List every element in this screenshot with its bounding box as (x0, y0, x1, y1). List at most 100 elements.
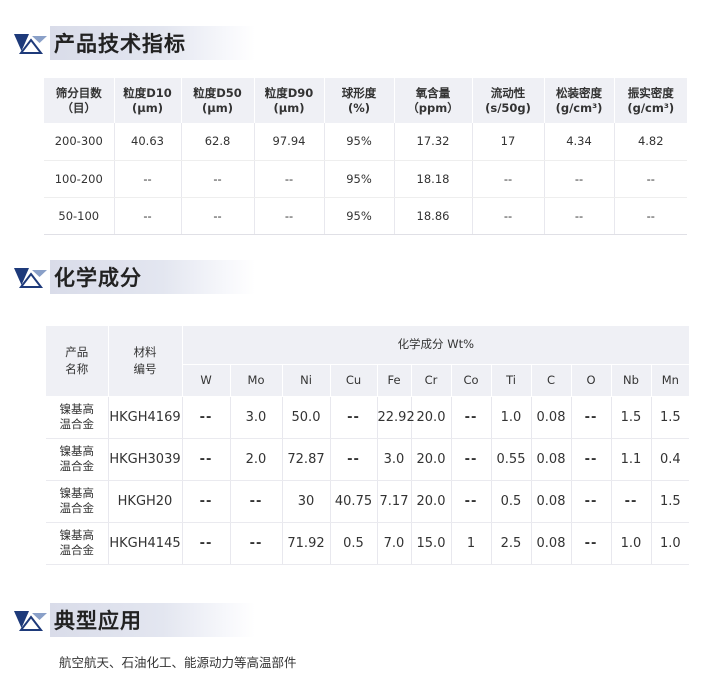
composition-cell: -- (182, 480, 231, 523)
element-col-header: Mo (230, 364, 283, 397)
element-col-header: C (531, 364, 572, 397)
table-cell: -- (472, 160, 545, 198)
col-header-material: 材料 编号 (108, 326, 183, 397)
section-header-app: 典型应用 (14, 603, 255, 637)
composition-cell: -- (451, 438, 492, 481)
brand-triangle-icon (14, 268, 47, 288)
composition-cell: 7.0 (377, 522, 412, 565)
composition-cell: -- (571, 396, 612, 439)
table-cell: 17 (472, 123, 545, 161)
table-cell: 40.63 (114, 123, 182, 161)
composition-cell: 0.08 (531, 522, 572, 565)
table-cell: -- (254, 197, 325, 235)
section-header-spec: 产品技术指标 (14, 26, 255, 60)
section-title-bar: 产品技术指标 (50, 26, 255, 60)
composition-cell: 1.5 (651, 480, 690, 523)
element-col-header: Mn (651, 364, 690, 397)
table-cell: 95% (324, 197, 395, 235)
table-cell: -- (181, 160, 255, 198)
composition-cell: 20.0 (411, 438, 452, 481)
table-cell: 4.34 (544, 123, 615, 161)
product-name-cell: 镍基高 温合金 (46, 438, 109, 481)
composition-cell: 2.0 (230, 438, 283, 481)
composition-cell: 71.92 (282, 522, 331, 565)
composition-cell: 1.0 (611, 522, 652, 565)
composition-cell: 22.92 (377, 396, 415, 439)
spec-table: 筛分目数 （目） 粒度D10 (μm) 粒度D50 (μm) 粒度D90 (μm) 球形度 (%)… (44, 78, 687, 235)
element-col-header: Cr (411, 364, 452, 397)
brand-triangle-icon (14, 611, 47, 631)
composition-cell: 0.08 (531, 396, 572, 439)
table-cell: 95% (324, 160, 395, 198)
table-row: 镍基高 温合金 HKGH3039 -- 2.0 72.87 -- 3.0 20.0 -- 0.55 0… (46, 438, 690, 481)
col-header-product: 产品 名称 (46, 326, 109, 397)
product-name-cell: 镍基高 温合金 (46, 396, 109, 439)
element-col-header: Ti (491, 364, 532, 397)
element-col-header: Cu (330, 364, 378, 397)
table-cell: 200-300 (44, 123, 115, 161)
element-col-header: O (571, 364, 612, 397)
composition-cell: 1.1 (611, 438, 652, 481)
section-title: 典型应用 (54, 609, 142, 633)
composition-cell: 3.0 (377, 438, 412, 481)
material-code-cell: HKGH4145 (108, 522, 183, 565)
table-cell: 17.32 (394, 123, 473, 161)
composition-cell: 1.5 (651, 396, 690, 439)
composition-cell: 0.08 (531, 438, 572, 481)
material-code-cell: HKGH4169 (108, 396, 183, 439)
composition-cell: 3.0 (230, 396, 283, 439)
table-cell: -- (544, 197, 615, 235)
composition-cell: 40.75 (330, 480, 378, 523)
section-title: 产品技术指标 (54, 32, 186, 56)
material-code-cell: HKGH20 (108, 480, 183, 523)
composition-cell: 72.87 (282, 438, 331, 481)
table-cell: -- (181, 197, 255, 235)
composition-cell: 1.0 (651, 522, 690, 565)
spec-col-header: 筛分目数 （目） (44, 78, 115, 123)
chem-table: 产品 名称 材料 编号 化学成分 Wt% W Mo Ni Cu Fe Cr Co Ti C O Nb Mn… (46, 326, 690, 565)
table-cell: 100-200 (44, 160, 115, 198)
table-cell: -- (472, 197, 545, 235)
col-header-composition: 化学成分 Wt% (182, 326, 690, 365)
composition-cell: -- (182, 438, 231, 481)
composition-cell: 20.0 (411, 480, 452, 523)
composition-cell: 1.5 (611, 396, 652, 439)
composition-cell: 0.5 (330, 522, 378, 565)
brand-triangle-icon (14, 34, 47, 54)
element-col-header: Ni (282, 364, 331, 397)
composition-cell: 50.0 (282, 396, 331, 439)
element-col-header: Fe (377, 364, 412, 397)
composition-cell: 0.08 (531, 480, 572, 523)
table-cell: -- (614, 160, 687, 198)
section-title: 化学成分 (54, 266, 142, 290)
table-row: 镍基高 温合金 HKGH4169 -- 3.0 50.0 -- 22.92 20.0 -- 1.0 0… (46, 396, 690, 439)
product-name-cell: 镍基高 温合金 (46, 522, 109, 565)
material-code-cell: HKGH3039 (108, 438, 183, 481)
composition-cell: 1.0 (491, 396, 532, 439)
table-cell: 95% (324, 123, 395, 161)
table-row: 200-300 40.63 62.8 97.94 95% 17.32 17 4.34 4.82 (44, 123, 687, 161)
composition-cell: 20.0 (411, 396, 452, 439)
composition-cell: -- (182, 522, 231, 565)
table-cell: -- (114, 197, 182, 235)
table-cell: 62.8 (181, 123, 255, 161)
composition-cell: -- (230, 522, 283, 565)
table-cell: -- (254, 160, 325, 198)
spec-col-header: 粒度D90 (μm) (254, 78, 325, 123)
table-row: 镍基高 温合金 HKGH4145 -- -- 71.92 0.5 7.0 15.0 1 2.5 0.0… (46, 522, 690, 565)
table-cell: -- (114, 160, 182, 198)
table-cell: -- (544, 160, 615, 198)
composition-cell: -- (451, 396, 492, 439)
spec-col-header: 球形度 (%) (324, 78, 395, 123)
composition-cell: 0.55 (491, 438, 532, 481)
product-name-cell: 镍基高 温合金 (46, 480, 109, 523)
composition-cell: 0.5 (491, 480, 532, 523)
table-cell: -- (614, 197, 687, 235)
composition-cell: -- (451, 480, 492, 523)
composition-cell: -- (571, 438, 612, 481)
composition-cell: -- (182, 396, 231, 439)
table-cell: 18.86 (394, 197, 473, 235)
section-header-chem: 化学成分 (14, 260, 255, 294)
table-row: 镍基高 温合金 HKGH20 -- -- 30 40.75 7.17 20.0 -- 0.5 0.08… (46, 480, 690, 523)
table-row: 50-100 -- -- -- 95% 18.86 -- -- -- (44, 197, 687, 235)
